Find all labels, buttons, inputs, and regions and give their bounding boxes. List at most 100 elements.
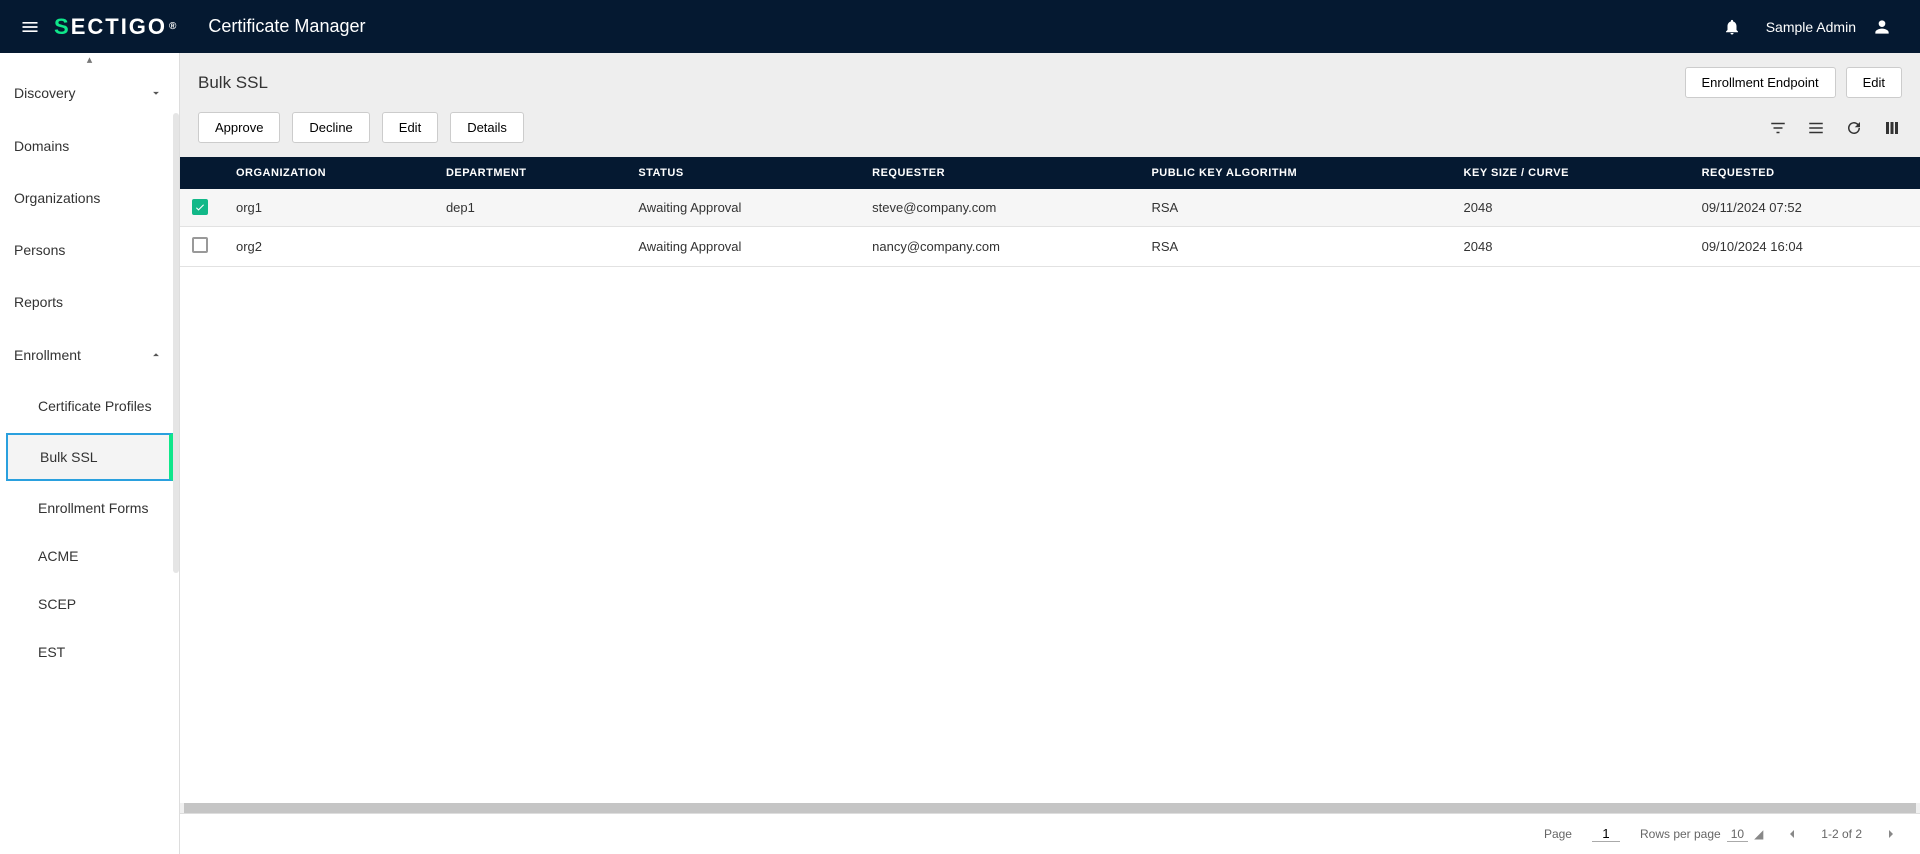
check-icon <box>194 201 206 213</box>
bulk-ssl-table: ORGANIZATION DEPARTMENT STATUS REQUESTER… <box>180 157 1920 267</box>
sidebar-item-label: Enrollment <box>14 347 81 363</box>
bell-icon <box>1723 18 1741 36</box>
cell-requested: 09/11/2024 07:52 <box>1690 189 1920 227</box>
brand-logo-rest: ECTIGO <box>71 14 167 40</box>
col-organization[interactable]: ORGANIZATION <box>224 157 434 189</box>
sidebar-subitem-enrollment-forms[interactable]: Enrollment Forms <box>0 484 179 532</box>
col-requester[interactable]: REQUESTER <box>860 157 1139 189</box>
col-requested[interactable]: REQUESTED <box>1690 157 1920 189</box>
sidebar-item-label: Domains <box>14 138 69 154</box>
dropdown-triangle-icon[interactable]: ◢ <box>1754 827 1763 841</box>
user-menu-button[interactable] <box>1864 17 1900 37</box>
approve-button[interactable]: Approve <box>198 112 280 143</box>
decline-button[interactable]: Decline <box>292 112 369 143</box>
next-page-button[interactable] <box>1882 826 1900 842</box>
sidebar-subitem-acme[interactable]: ACME <box>0 532 179 580</box>
app-title: Certificate Manager <box>208 16 365 37</box>
horizontal-scrollbar[interactable] <box>184 803 1916 813</box>
sidebar-item-label: Organizations <box>14 190 100 206</box>
cell-requested: 09/10/2024 16:04 <box>1690 227 1920 267</box>
brand-logo: SECTIGO® <box>54 14 178 40</box>
edit-header-button[interactable]: Edit <box>1846 67 1902 98</box>
sidebar-subitem-label: EST <box>38 644 65 660</box>
columns-icon <box>1883 119 1901 137</box>
table-row[interactable]: org2 Awaiting Approval nancy@company.com… <box>180 227 1920 267</box>
brand-logo-s: S <box>54 14 71 40</box>
table-container: ORGANIZATION DEPARTMENT STATUS REQUESTER… <box>180 157 1920 803</box>
col-department[interactable]: DEPARTMENT <box>434 157 626 189</box>
cell-status: Awaiting Approval <box>626 189 860 227</box>
cell-status: Awaiting Approval <box>626 227 860 267</box>
notifications-button[interactable] <box>1714 18 1750 36</box>
cell-pka: RSA <box>1139 189 1451 227</box>
cell-requester: nancy@company.com <box>860 227 1139 267</box>
sidebar-subitem-label: SCEP <box>38 596 76 612</box>
cell-requester: steve@company.com <box>860 189 1139 227</box>
sidebar-subitem-bulk-ssl[interactable]: Bulk SSL <box>6 433 173 481</box>
brand-logo-reg: ® <box>169 21 178 32</box>
chevron-left-icon <box>1784 826 1800 842</box>
scroll-up-indicator[interactable]: ▴ <box>0 53 179 66</box>
main-content: Bulk SSL Enrollment Endpoint Edit Approv… <box>180 53 1920 854</box>
edit-button[interactable]: Edit <box>382 112 438 143</box>
sidebar-nav: ▴ Discovery Domains Organizations Person… <box>0 53 180 854</box>
col-public-key-algorithm[interactable]: PUBLIC KEY ALGORITHM <box>1139 157 1451 189</box>
hamburger-menu-button[interactable] <box>12 9 48 45</box>
chevron-up-icon <box>147 346 165 364</box>
user-name[interactable]: Sample Admin <box>1766 19 1856 35</box>
page-header: Bulk SSL Enrollment Endpoint Edit <box>180 53 1920 112</box>
cell-organization: org1 <box>224 189 434 227</box>
sidebar-subitem-label: Certificate Profiles <box>38 398 152 414</box>
table-row[interactable]: org1 dep1 Awaiting Approval steve@compan… <box>180 189 1920 227</box>
cell-pka: RSA <box>1139 227 1451 267</box>
chevron-down-icon <box>147 84 165 102</box>
refresh-icon <box>1845 119 1863 137</box>
list-icon <box>1807 119 1825 137</box>
sidebar-subitem-label: Bulk SSL <box>40 449 98 465</box>
prev-page-button[interactable] <box>1783 826 1801 842</box>
table-header-row: ORGANIZATION DEPARTMENT STATUS REQUESTER… <box>180 157 1920 189</box>
sidebar-item-reports[interactable]: Reports <box>0 276 179 328</box>
sidebar-item-organizations[interactable]: Organizations <box>0 172 179 224</box>
sidebar-subitem-label: ACME <box>38 548 78 564</box>
row-checkbox[interactable] <box>192 199 208 215</box>
action-toolbar: Approve Decline Edit Details <box>180 112 1920 157</box>
page-number-input[interactable] <box>1592 826 1620 842</box>
cell-department: dep1 <box>434 189 626 227</box>
cell-keysize: 2048 <box>1452 189 1690 227</box>
refresh-button[interactable] <box>1844 118 1864 138</box>
page-range: 1-2 of 2 <box>1821 827 1862 841</box>
col-status[interactable]: STATUS <box>626 157 860 189</box>
sidebar-item-domains[interactable]: Domains <box>0 120 179 172</box>
sidebar-item-enrollment[interactable]: Enrollment <box>0 328 179 382</box>
cell-organization: org2 <box>224 227 434 267</box>
page-label: Page <box>1544 827 1572 841</box>
cell-department <box>434 227 626 267</box>
sidebar-item-persons[interactable]: Persons <box>0 224 179 276</box>
sidebar-item-label: Reports <box>14 294 63 310</box>
sidebar-subitem-est[interactable]: EST <box>0 628 179 676</box>
sidebar-subitem-certificate-profiles[interactable]: Certificate Profiles <box>0 382 179 430</box>
person-icon <box>1872 17 1892 37</box>
sidebar-scrollbar[interactable] <box>173 113 179 573</box>
sidebar-item-label: Persons <box>14 242 65 258</box>
sidebar-subitem-scep[interactable]: SCEP <box>0 580 179 628</box>
details-button[interactable]: Details <box>450 112 524 143</box>
enrollment-endpoint-button[interactable]: Enrollment Endpoint <box>1685 67 1836 98</box>
app-header: SECTIGO® Certificate Manager Sample Admi… <box>0 0 1920 53</box>
menu-icon <box>20 17 40 37</box>
filter-button[interactable] <box>1768 118 1788 138</box>
chevron-right-icon <box>1883 826 1899 842</box>
col-key-size[interactable]: KEY SIZE / CURVE <box>1452 157 1690 189</box>
pagination-bar: Page Rows per page 10 ◢ 1-2 of 2 <box>180 813 1920 854</box>
list-view-button[interactable] <box>1806 118 1826 138</box>
cell-keysize: 2048 <box>1452 227 1690 267</box>
filter-icon <box>1769 119 1787 137</box>
row-checkbox[interactable] <box>192 237 208 253</box>
rows-per-page-value[interactable]: 10 <box>1727 827 1748 842</box>
rows-per-page-label: Rows per page <box>1640 827 1721 841</box>
columns-button[interactable] <box>1882 118 1902 138</box>
sidebar-item-discovery[interactable]: Discovery <box>0 66 179 120</box>
sidebar-item-label: Discovery <box>14 85 75 101</box>
col-checkbox <box>180 157 224 189</box>
